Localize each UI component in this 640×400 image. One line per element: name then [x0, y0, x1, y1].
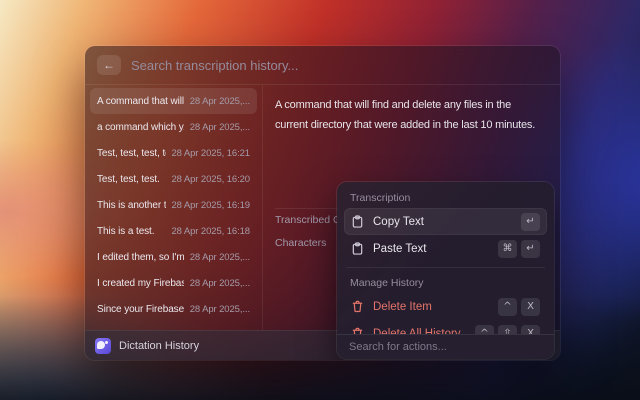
list-item-title: Test, test, test, test.: [97, 147, 166, 159]
clipboard-icon: [351, 242, 364, 255]
app-icon-dot: [105, 340, 108, 344]
back-button[interactable]: ←: [97, 55, 121, 75]
window-body: A command that will... 28 Apr 2025,... a…: [85, 85, 560, 359]
list-item-date: 28 Apr 2025, 16:19: [171, 199, 251, 211]
list-item-title: This is another test.: [97, 199, 166, 211]
return-key: ↵: [521, 239, 540, 258]
app-icon-blob: [97, 340, 105, 349]
actions-popup-content: Transcription Copy Text ↵ Paste Text ⌘ ↵…: [337, 182, 554, 347]
control-key: ^: [498, 297, 517, 316]
list-item[interactable]: Test, test, test, test. 28 Apr 2025, 16:…: [90, 140, 257, 166]
list-item-title: A command that will...: [97, 95, 184, 107]
search-bar: ← Search transcription history...: [85, 46, 560, 85]
app-name: Dictation History: [119, 339, 200, 352]
list-item-date: 28 Apr 2025,...: [189, 303, 250, 315]
shortcut-keys: ⌘ ↵: [498, 239, 540, 258]
list-item-title: Test, test, test.: [97, 173, 160, 185]
search-input[interactable]: Search transcription history...: [131, 58, 298, 73]
popup-section-title: Manage History: [350, 277, 424, 289]
list-item-date: 28 Apr 2025,...: [189, 95, 250, 107]
list-item-title: Since your Firebase...: [97, 303, 184, 315]
list-item[interactable]: This is a test. 28 Apr 2025, 16:18: [90, 218, 257, 244]
shortcut-keys: ^ X: [498, 297, 540, 316]
list-item-date: 28 Apr 2025, 16:18: [171, 225, 251, 237]
dictation-history-window: ← Search transcription history... A comm…: [85, 46, 560, 360]
list-item-date: 28 Apr 2025, 16:21: [171, 147, 251, 159]
actions-search-input[interactable]: Search for actions...: [349, 341, 447, 353]
actions-search-bar: Search for actions...: [337, 334, 554, 359]
action-label: Copy Text: [373, 215, 424, 228]
command-key: ⌘: [498, 239, 517, 258]
back-arrow-icon: ←: [103, 58, 115, 72]
list-item-title: I created my Firebas...: [97, 277, 184, 289]
action-label: Delete Item: [373, 300, 432, 313]
list-item[interactable]: Test, test, test. 28 Apr 2025, 16:20: [90, 166, 257, 192]
list-item[interactable]: Since your Firebase... 28 Apr 2025,...: [90, 296, 257, 322]
list-item-title: a command which y...: [97, 121, 184, 133]
x-key: X: [521, 297, 540, 316]
list-item-title: This is a test.: [97, 225, 155, 237]
return-key: ↵: [521, 212, 540, 231]
list-item-date: 28 Apr 2025, 16:20: [171, 173, 251, 185]
list-item-title: I edited them, so I'm...: [97, 251, 184, 263]
action-paste-text[interactable]: Paste Text ⌘ ↵: [344, 235, 547, 262]
list-item-date: 28 Apr 2025,...: [189, 251, 250, 263]
action-label: Paste Text: [373, 242, 427, 255]
list-item[interactable]: I created my Firebas... 28 Apr 2025,...: [90, 270, 257, 296]
action-delete-item[interactable]: Delete Item ^ X: [344, 293, 547, 320]
clipboard-icon: [351, 215, 364, 228]
actions-popup: Transcription Copy Text ↵ Paste Text ⌘ ↵…: [337, 182, 554, 359]
list-item[interactable]: I edited them, so I'm... 28 Apr 2025,...: [90, 244, 257, 270]
list-item[interactable]: a command which y... 28 Apr 2025,...: [90, 114, 257, 140]
list-item[interactable]: A command that will... 28 Apr 2025,...: [90, 88, 257, 114]
meta-label-characters: Characters: [275, 237, 327, 250]
shortcut-keys: ↵: [521, 212, 540, 231]
action-copy-text[interactable]: Copy Text ↵: [344, 208, 547, 235]
list-item-date: 28 Apr 2025,...: [189, 121, 250, 133]
popup-divider: [346, 267, 545, 268]
trash-icon: [351, 300, 364, 313]
list-item-date: 28 Apr 2025,...: [189, 277, 250, 289]
popup-section-title: Transcription: [350, 192, 411, 204]
list-item[interactable]: This is another test. 28 Apr 2025, 16:19: [90, 192, 257, 218]
transcription-list: A command that will... 28 Apr 2025,... a…: [85, 85, 263, 330]
transcription-text: A command that will find and delete any …: [275, 99, 536, 132]
dictation-app-icon: [95, 337, 111, 354]
